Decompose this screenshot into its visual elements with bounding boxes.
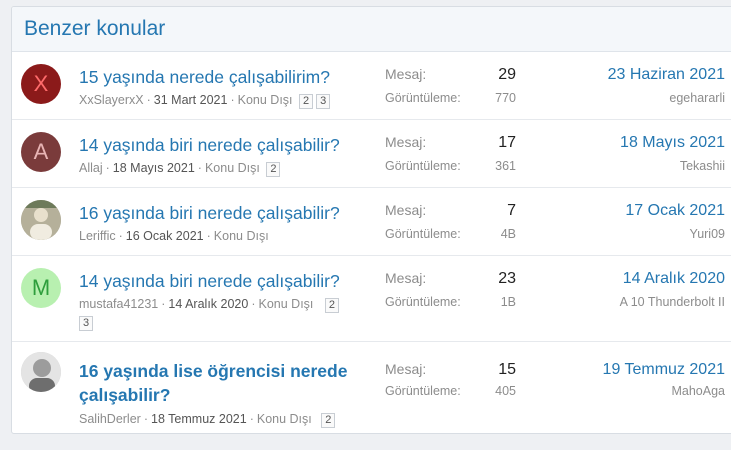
thread-row: X 15 yaşında nerede çalışabilirim? XxSla… [12, 52, 731, 120]
last-post-user-link[interactable]: MahoAga [671, 384, 725, 398]
replies-count: 23 [498, 270, 516, 287]
thread-row: 16 yaşında lise öğrencisi nerede çalışab… [12, 342, 731, 433]
thread-row: M 14 yaşında biri nerede çalışabilir? mu… [12, 256, 731, 342]
thread-author-link[interactable]: mustafa41231 [79, 297, 158, 311]
thread-forum-link[interactable]: Konu Dışı [205, 161, 260, 175]
thread-author-link[interactable]: SalihDerler [79, 412, 141, 426]
views-label: Görüntüleme: [385, 295, 461, 309]
replies-label: Mesaj: [385, 270, 427, 286]
thread-meta: mustafa41231 · 14 Aralık 2020 · Konu Dışı 2 … [79, 295, 364, 331]
last-post-date-link[interactable]: 14 Aralık 2020 [623, 270, 725, 288]
replies-label: Mesaj: [385, 134, 427, 150]
thread-row: 16 yaşında biri nerede çalışabilir? Leri… [12, 188, 731, 256]
avatar[interactable]: M [21, 268, 61, 308]
last-post-user-link[interactable]: Yuri09 [690, 227, 725, 241]
user-photo-icon [21, 200, 61, 240]
thread-meta: SalihDerler · 18 Temmuz 2021 · Konu Dışı 2 [79, 410, 369, 428]
views-label: Görüntüleme: [385, 159, 461, 173]
thread-forum-link[interactable]: Konu Dışı [214, 229, 269, 243]
last-post-date-link[interactable]: 18 Mayıs 2021 [620, 134, 725, 152]
views-count: 361 [495, 159, 516, 173]
thread-title-link[interactable]: 15 yaşında nerede çalışabilirim? [79, 66, 330, 88]
last-post-user-link[interactable]: egehararli [669, 91, 725, 105]
last-post-date-link[interactable]: 23 Haziran 2021 [608, 66, 725, 84]
avatar-letter: M [31, 275, 51, 300]
avatar[interactable]: X [21, 64, 61, 104]
last-post-date-link[interactable]: 19 Temmuz 2021 [603, 361, 725, 379]
thread-forum-link[interactable]: Konu Dışı [238, 93, 293, 107]
block-header: Benzer konular [12, 7, 731, 52]
page-link-2[interactable]: 2 [266, 162, 281, 177]
avatar[interactable] [21, 200, 61, 240]
thread-author-link[interactable]: XxSlayerxX [79, 93, 144, 107]
thread-meta: Leriffic · 16 Ocak 2021 · Konu Dışı [79, 229, 269, 243]
thread-meta: Allaj · 18 Mayıs 2021 · Konu Dışı 2 [79, 159, 369, 177]
last-post-date-link[interactable]: 17 Ocak 2021 [625, 202, 725, 220]
page-link-2[interactable]: 2 [321, 413, 336, 428]
views-count: 4B [500, 227, 516, 241]
thread-date: 16 Ocak 2021 [125, 229, 204, 243]
thread-date: 14 Aralık 2020 [168, 297, 249, 311]
views-count: 1B [500, 295, 516, 309]
avatar[interactable] [21, 352, 61, 392]
views-label: Görüntüleme: [385, 91, 461, 105]
thread-forum-link[interactable]: Konu Dışı [257, 412, 312, 426]
block-title: Benzer konular [24, 17, 166, 40]
thread-title-link[interactable]: 14 yaşında biri nerede çalışabilir? [79, 270, 340, 292]
page-link-2[interactable]: 2 [299, 94, 314, 109]
avatar-letter: A [33, 139, 49, 164]
replies-count: 15 [498, 361, 516, 378]
replies-label: Mesaj: [385, 66, 427, 82]
avatar[interactable]: A [21, 132, 61, 172]
replies-count: 17 [498, 134, 516, 151]
views-label: Görüntüleme: [385, 227, 461, 241]
thread-title-link[interactable]: 14 yaşında biri nerede çalışabilir? [79, 134, 340, 156]
replies-count: 7 [507, 202, 516, 219]
thread-title-link[interactable]: 16 yaşında lise öğrencisi nerede çalışab… [79, 359, 379, 407]
thread-title-link[interactable]: 16 yaşında biri nerede çalışabilir? [79, 202, 340, 224]
thread-date: 31 Mart 2021 [153, 93, 228, 107]
thread-row: A 14 yaşında biri nerede çalışabilir? Al… [12, 120, 731, 188]
thread-meta: XxSlayerxX · 31 Mart 2021 · Konu Dışı 23 [79, 91, 369, 109]
views-count: 770 [495, 91, 516, 105]
replies-count: 29 [498, 66, 516, 83]
thread-date: 18 Temmuz 2021 [151, 412, 247, 426]
replies-label: Mesaj: [385, 361, 427, 377]
thread-date: 18 Mayıs 2021 [112, 161, 195, 175]
user-photo-icon [21, 352, 61, 392]
thread-author-link[interactable]: Leriffic [79, 229, 116, 243]
views-label: Görüntüleme: [385, 384, 461, 398]
page-link-3[interactable]: 3 [79, 316, 94, 331]
views-count: 405 [495, 384, 516, 398]
thread-forum-link[interactable]: Konu Dışı [259, 297, 314, 311]
thread-author-link[interactable]: Allaj [79, 161, 103, 175]
page-link-2[interactable]: 2 [324, 298, 339, 313]
last-post-user-link[interactable]: Tekashii [680, 159, 725, 173]
replies-label: Mesaj: [385, 202, 427, 218]
page-link-3[interactable]: 3 [316, 94, 331, 109]
avatar-letter: X [33, 71, 49, 96]
similar-threads-block: Benzer konular X 15 yaşında nerede çalış… [11, 6, 731, 434]
last-post-user-link[interactable]: A 10 Thunderbolt II [620, 295, 725, 309]
